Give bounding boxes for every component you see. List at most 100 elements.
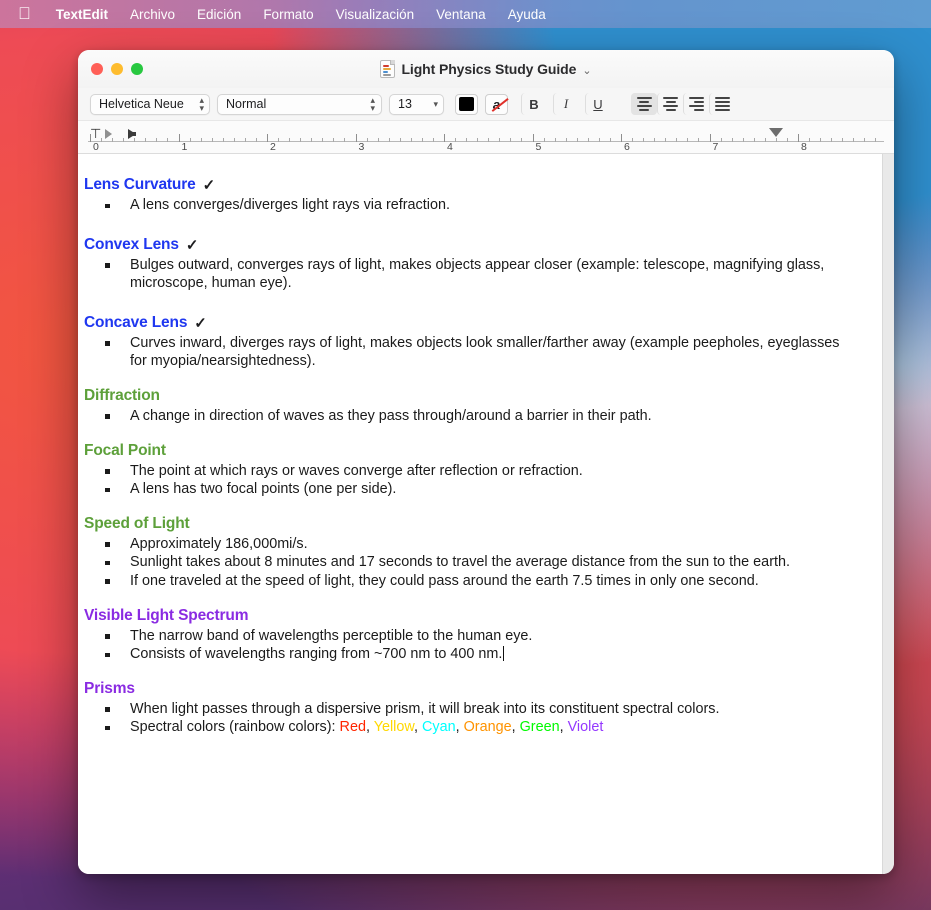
menu-item-ventana[interactable]: Ventana	[425, 0, 497, 28]
ruler-tick-minor	[587, 138, 589, 142]
font-style-select[interactable]: Normal ▴ ▾	[217, 93, 382, 115]
menu-label: Ayuda	[494, 6, 546, 22]
font-style-value: Normal	[226, 97, 267, 111]
list-item[interactable]: Bulges outward, converges rays of light,…	[84, 256, 856, 293]
list-item[interactable]: A lens converges/diverges light rays via…	[84, 196, 856, 215]
document-section: Concave Lens ✓ Curves inward, diverges ray…	[84, 314, 856, 371]
ruler-tick-label: 2	[270, 141, 276, 153]
menu-item-visualizacion[interactable]: Visualización	[325, 0, 426, 28]
document-page[interactable]: Lens Curvature ✓ A lens converges/diverges…	[78, 154, 883, 874]
checkmark-icon: ✓	[185, 236, 199, 254]
section-heading: Speed of Light	[84, 515, 856, 533]
list-item[interactable]: The narrow band of wavelengths perceptib…	[84, 627, 856, 646]
ruler-tick-minor	[344, 138, 346, 142]
ruler-tick-minor	[510, 138, 512, 142]
align-left-button[interactable]	[631, 93, 657, 115]
underline-label: U	[593, 96, 603, 112]
ruler-tick-minor	[466, 138, 468, 142]
font-size-value: 13	[398, 97, 412, 111]
ruler-tick-minor	[499, 138, 501, 142]
section-heading-text: Concave Lens	[84, 313, 188, 331]
first-line-indent-marker[interactable]	[105, 129, 112, 139]
section-heading-text: Diffraction	[84, 386, 160, 404]
ruler-tick-minor	[820, 138, 822, 142]
apple-logo-icon[interactable]: 	[18, 5, 31, 22]
spectral-separator: ,	[511, 719, 520, 736]
document-section: Diffraction A change in direction of wave…	[84, 387, 856, 426]
ruler-tick-minor	[322, 138, 324, 142]
ruler-tick-minor	[101, 138, 103, 142]
italic-button[interactable]: I	[553, 93, 578, 115]
font-family-select[interactable]: Helvetica Neue ▴ ▾	[90, 93, 210, 115]
document-body[interactable]: Lens Curvature ✓ A lens converges/diverges…	[84, 176, 856, 737]
ruler-tick-minor	[853, 138, 855, 142]
ruler-tick-minor	[366, 138, 368, 142]
list-item[interactable]: Sunlight takes about 8 minutes and 17 se…	[84, 553, 856, 572]
ruler-tick-minor	[123, 138, 125, 142]
underline-button[interactable]: U	[585, 93, 610, 115]
list-item-spectral-colors[interactable]: Spectral colors (rainbow colors): Red, Y…	[84, 718, 856, 737]
ruler-tick-minor	[643, 138, 645, 142]
right-margin-marker[interactable]	[768, 128, 783, 137]
ruler[interactable]: ⊤ 0 1 2 3 4 5 6 7 8	[78, 120, 894, 154]
list-item[interactable]: A change in direction of waves as they p…	[84, 407, 856, 426]
list-item[interactable]: Consists of wavelengths ranging from ~70…	[84, 645, 856, 664]
bullet-list: The narrow band of wavelengths perceptib…	[84, 627, 856, 664]
menu-label: Ventana	[423, 6, 486, 22]
text-color-swatch[interactable]	[455, 93, 478, 115]
list-item[interactable]: A lens has two focal points (one per sid…	[84, 480, 856, 499]
spectral-separator: ,	[365, 719, 374, 736]
stepper-icon[interactable]: ▴ ▾	[199, 96, 204, 113]
chevron-down-icon[interactable]: ⌄	[582, 64, 591, 77]
menu-item-archivo[interactable]: Archivo	[119, 0, 186, 28]
bold-button[interactable]: B	[521, 93, 546, 115]
spectral-separator: ,	[559, 719, 568, 736]
tab-stop-icon[interactable]: ⊤	[90, 127, 101, 140]
align-justify-button[interactable]	[709, 93, 735, 115]
section-heading: Concave Lens ✓	[84, 314, 856, 332]
list-item[interactable]: When light passes through a dispersive p…	[84, 700, 856, 719]
ruler-tick-label: 7	[712, 141, 719, 153]
menu-item-textedit[interactable]: TextEdit	[45, 0, 119, 28]
menu-bar:  TextEdit Archivo Edición Formato Visua…	[0, 0, 931, 28]
section-heading: Visible Light Spectrum	[84, 607, 856, 625]
font-size-select[interactable]: 13 ▾	[389, 93, 444, 115]
menu-item-edicion[interactable]: Edición	[186, 0, 252, 28]
font-family-value: Helvetica Neue	[99, 97, 184, 111]
spectral-color-yellow: Yellow	[373, 719, 414, 736]
minimize-button-icon[interactable]	[111, 63, 123, 75]
menu-item-formato[interactable]: Formato	[252, 0, 324, 28]
align-center-button[interactable]	[657, 93, 683, 115]
bullet-list: A lens converges/diverges light rays via…	[84, 196, 856, 215]
spectral-color-violet: Violet	[567, 719, 604, 736]
list-item[interactable]: If one traveled at the speed of light, t…	[84, 572, 856, 591]
ruler-tick-minor	[831, 138, 833, 142]
ruler-tick-label: 6	[624, 141, 630, 153]
spectral-color-orange: Orange	[463, 719, 512, 736]
align-right-button[interactable]	[683, 93, 709, 115]
menu-item-ayuda[interactable]: Ayuda	[497, 0, 557, 28]
highlight-color-button[interactable]: a	[485, 93, 508, 115]
ruler-tick-minor	[753, 138, 755, 142]
document-scroll-area[interactable]: Lens Curvature ✓ A lens converges/diverges…	[78, 154, 894, 874]
bullet-list: When light passes through a dispersive p…	[84, 700, 856, 737]
list-item[interactable]: The point at which rays or waves converg…	[84, 462, 856, 481]
checkmark-icon: ✓	[202, 177, 216, 194]
textedit-window: Light Physics Study Guide ⌄ Helvetica Ne…	[78, 50, 894, 874]
list-item[interactable]: Curves inward, diverges rays of light, m…	[84, 334, 856, 371]
list-item[interactable]: Approximately 186,000mi/s.	[84, 535, 856, 554]
stepper-icon[interactable]: ▴ ▾	[370, 96, 375, 113]
zoom-button-icon[interactable]	[131, 63, 143, 75]
ruler-tick-minor	[609, 138, 611, 142]
ruler-tick-minor	[432, 138, 434, 142]
ruler-tick-minor	[632, 138, 634, 142]
chevron-down-icon[interactable]: ▾	[433, 99, 438, 110]
text-cursor	[502, 646, 505, 662]
close-button-icon[interactable]	[91, 63, 103, 75]
ruler-tick-label: 8	[801, 141, 807, 153]
ruler-tick-label: 4	[447, 141, 453, 153]
ruler-tick-minor	[521, 138, 523, 142]
ruler-tick-minor	[598, 138, 600, 142]
